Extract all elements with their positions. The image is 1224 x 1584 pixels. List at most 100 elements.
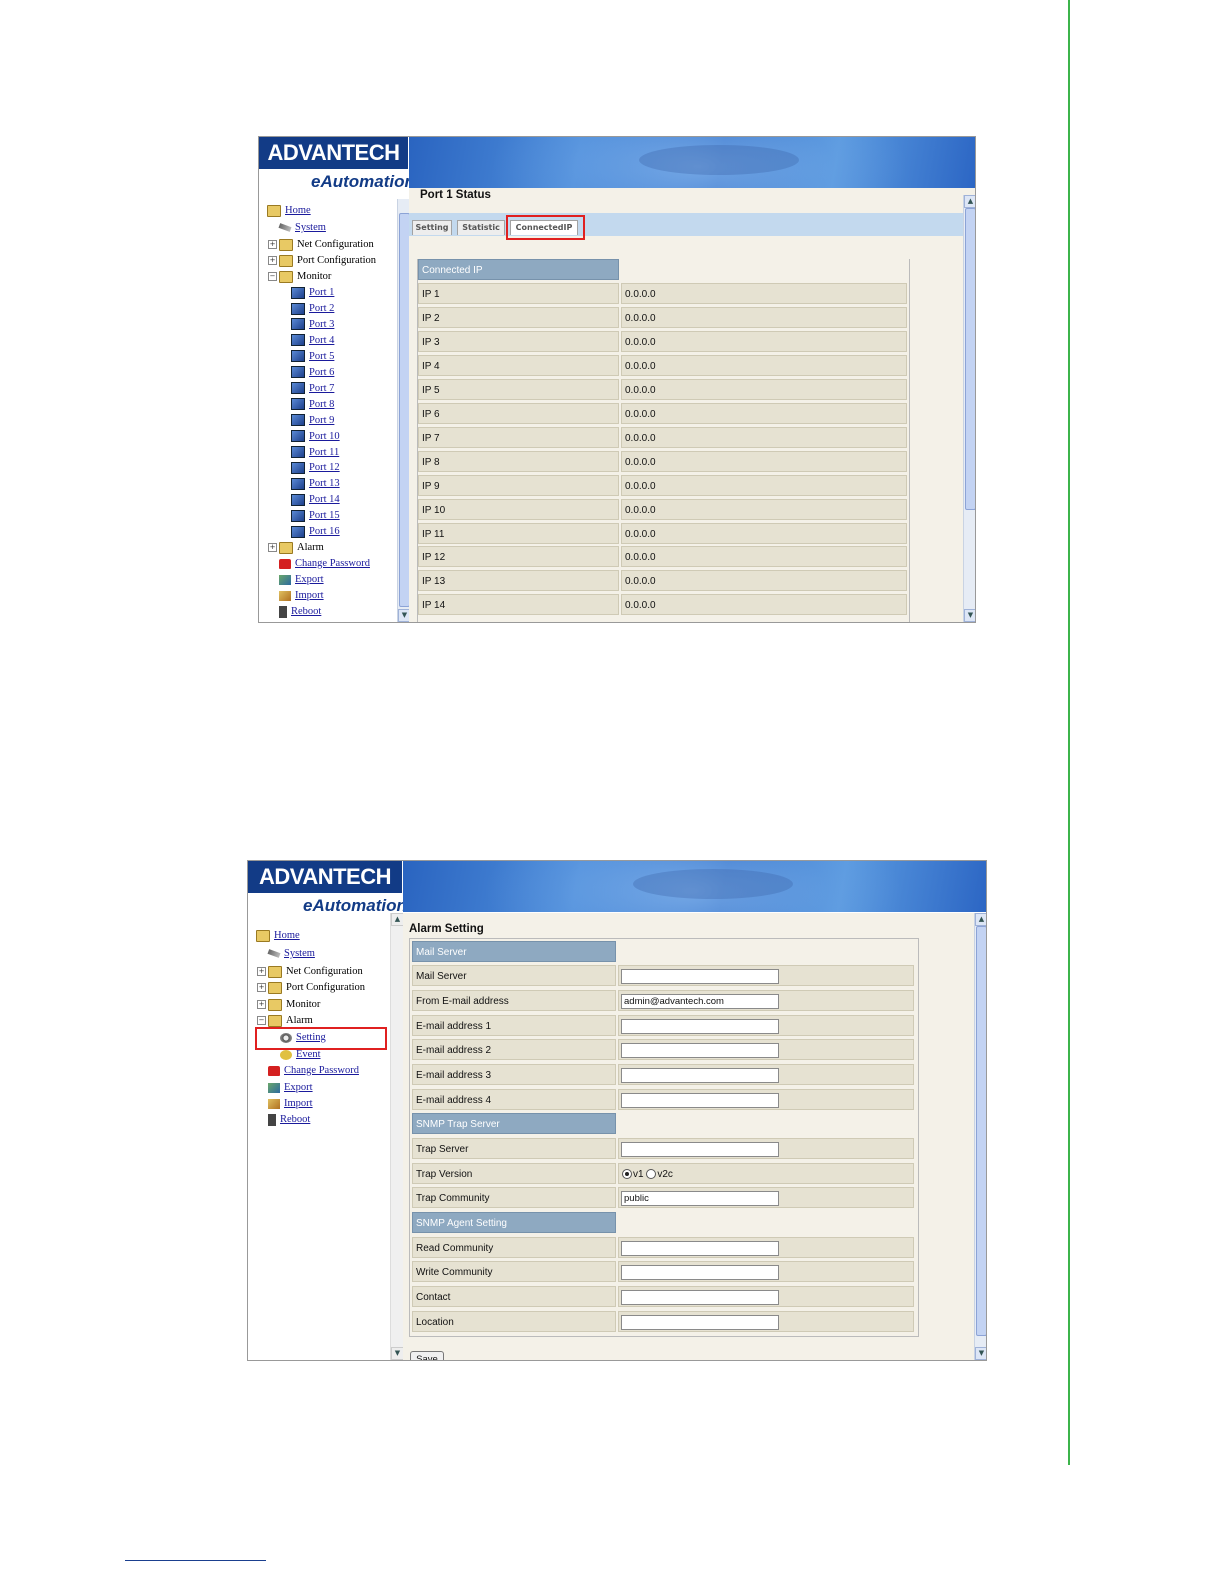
ip-value: 0.0.0.0 xyxy=(621,522,907,544)
folder-open-icon xyxy=(268,1014,282,1027)
expand-icon[interactable]: + xyxy=(268,240,277,250)
import-icon xyxy=(268,1098,280,1109)
nav-port-link[interactable]: Port 11 xyxy=(309,447,339,458)
trap-version-v2c-radio[interactable] xyxy=(646,1169,657,1180)
nav-export[interactable]: Export xyxy=(295,574,324,585)
nav-net-configuration[interactable]: Net Configuration xyxy=(286,966,363,977)
port-icon xyxy=(291,446,305,459)
nav-reboot[interactable]: Reboot xyxy=(280,1114,310,1125)
trap-server-input[interactable] xyxy=(621,1142,779,1157)
nav-import[interactable]: Import xyxy=(295,590,324,601)
nav-port-link[interactable]: Port 5 xyxy=(309,351,334,362)
location-input[interactable] xyxy=(621,1315,779,1330)
field-label: Location xyxy=(412,1311,616,1332)
ip-label: IP 1 xyxy=(418,283,619,304)
nav-system[interactable]: System xyxy=(284,948,315,959)
nav-alarm-event[interactable]: Event xyxy=(296,1049,321,1060)
nav-port-link[interactable]: Port 8 xyxy=(309,399,334,410)
field-cell xyxy=(618,1311,914,1332)
nav-port-configuration[interactable]: Port Configuration xyxy=(297,255,376,266)
ip-label: IP 2 xyxy=(418,306,619,328)
nav-port-configuration[interactable]: Port Configuration xyxy=(286,982,365,993)
ip-label: IP 12 xyxy=(418,546,619,568)
screenshot-port-status: ADVANTECH eAutomation Home System + Net C… xyxy=(258,136,976,623)
nav-port-link[interactable]: Port 16 xyxy=(309,526,340,537)
nav-port-link[interactable]: Port 12 xyxy=(309,462,340,473)
expand-icon[interactable]: + xyxy=(257,967,266,977)
nav-port-link[interactable]: Port 9 xyxy=(309,415,334,426)
nav-reboot[interactable]: Reboot xyxy=(291,606,321,617)
sidebar-scrollbar[interactable]: ▲ ▼ xyxy=(390,913,404,1360)
ip-label: IP 3 xyxy=(418,330,619,352)
content-scrollbar[interactable]: ▲ ▼ xyxy=(963,195,975,622)
content-scrollbar[interactable]: ▲ ▼ xyxy=(974,913,986,1360)
contact-input[interactable] xyxy=(621,1290,779,1305)
nav-port-link[interactable]: Port 15 xyxy=(309,510,340,521)
nav-port-link[interactable]: Port 1 xyxy=(309,287,334,298)
port-icon xyxy=(291,286,305,299)
nav-change-password[interactable]: Change Password xyxy=(284,1065,359,1076)
content-scroll-thumb[interactable] xyxy=(965,208,975,510)
port-icon xyxy=(291,525,305,538)
nav-port-link[interactable]: Port 3 xyxy=(309,319,334,330)
expand-icon[interactable]: + xyxy=(268,543,277,553)
nav-import[interactable]: Import xyxy=(284,1098,313,1109)
nav-system[interactable]: System xyxy=(295,222,326,233)
ip-value: 0.0.0.0 xyxy=(621,546,907,568)
tab-statistic[interactable]: Statistic xyxy=(457,220,505,235)
header-banner xyxy=(403,861,986,912)
event-icon xyxy=(280,1049,292,1060)
scroll-up-icon[interactable]: ▲ xyxy=(975,913,986,926)
main-content: Port 1 Status Setting Statistic Connecte… xyxy=(409,188,975,622)
nav-port-item: Port 6 xyxy=(291,366,334,380)
nav-port-link[interactable]: Port 7 xyxy=(309,383,334,394)
nav-port-link[interactable]: Port 13 xyxy=(309,478,340,489)
nav-port-item: Port 4 xyxy=(291,334,334,348)
nav-port-link[interactable]: Port 6 xyxy=(309,367,334,378)
port-icon xyxy=(291,430,305,443)
logo: ADVANTECH eAutomation xyxy=(248,861,407,915)
nav-port-link[interactable]: Port 14 xyxy=(309,494,340,505)
email-3-input[interactable] xyxy=(621,1068,779,1083)
expand-icon[interactable]: + xyxy=(257,983,266,993)
ip-label: IP 6 xyxy=(418,402,619,424)
email-2-input[interactable] xyxy=(621,1043,779,1058)
port-icon xyxy=(291,350,305,363)
nav-export[interactable]: Export xyxy=(284,1082,313,1093)
expand-icon[interactable]: + xyxy=(268,256,277,266)
tab-setting[interactable]: Setting xyxy=(412,220,452,235)
scroll-down-icon[interactable]: ▼ xyxy=(975,1347,986,1360)
scroll-up-icon[interactable]: ▲ xyxy=(964,195,975,208)
trap-community-input[interactable]: public xyxy=(621,1191,779,1206)
from-email-input[interactable]: admin@advantech.com xyxy=(621,994,779,1009)
ip-value: 0.0.0.0 xyxy=(621,283,907,304)
nav-alarm[interactable]: Alarm xyxy=(286,1015,313,1026)
email-1-input[interactable] xyxy=(621,1019,779,1034)
nav-home[interactable]: Home xyxy=(274,930,300,941)
nav-monitor[interactable]: Monitor xyxy=(286,999,320,1010)
trap-version-v1-radio[interactable] xyxy=(622,1169,632,1180)
port-icon xyxy=(291,462,305,475)
nav-port-link[interactable]: Port 2 xyxy=(309,303,334,314)
nav-port-link[interactable]: Port 4 xyxy=(309,335,334,346)
save-button[interactable]: Save xyxy=(410,1351,444,1360)
expand-icon[interactable]: + xyxy=(257,1000,266,1010)
nav-alarm[interactable]: Alarm xyxy=(297,542,324,553)
write-community-input[interactable] xyxy=(621,1265,779,1280)
field-cell xyxy=(618,1261,914,1282)
content-scroll-thumb[interactable] xyxy=(976,926,986,1336)
field-label: E-mail address 4 xyxy=(412,1089,616,1110)
nav-home[interactable]: Home xyxy=(285,205,311,216)
email-4-input[interactable] xyxy=(621,1093,779,1108)
nav-monitor[interactable]: Monitor xyxy=(297,271,331,282)
ip-label: IP 4 xyxy=(418,354,619,376)
read-community-input[interactable] xyxy=(621,1241,779,1256)
mail-server-input[interactable] xyxy=(621,969,779,984)
collapse-icon[interactable]: − xyxy=(257,1016,266,1026)
nav-port-link[interactable]: Port 10 xyxy=(309,431,340,442)
collapse-icon[interactable]: − xyxy=(268,272,277,282)
nav-net-configuration[interactable]: Net Configuration xyxy=(297,239,374,250)
eautomation-logo: eAutomation xyxy=(311,172,415,191)
scroll-down-icon[interactable]: ▼ xyxy=(964,609,975,622)
nav-change-password[interactable]: Change Password xyxy=(295,558,370,569)
